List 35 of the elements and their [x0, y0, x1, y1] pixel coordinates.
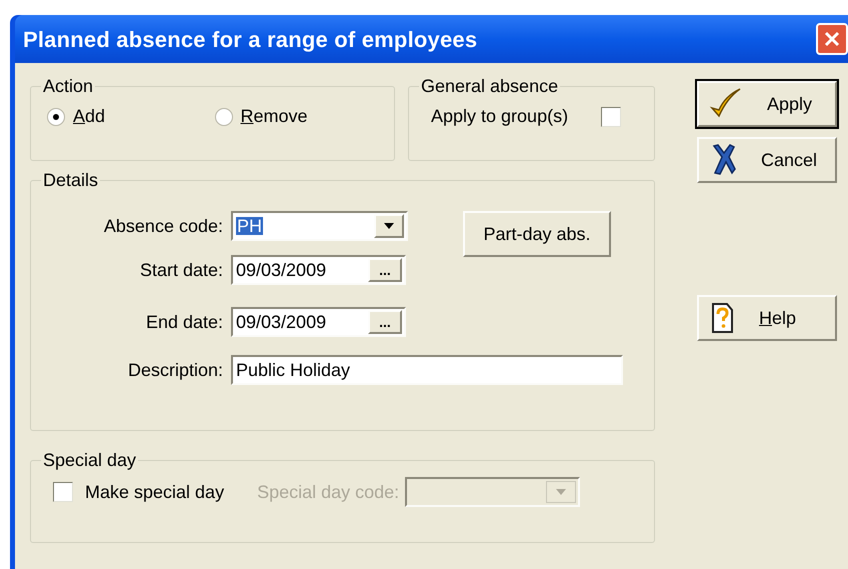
field-label: Start date:	[138, 258, 224, 282]
description-field[interactable]: Public Holiday	[231, 355, 623, 385]
dropdown-field[interactable]	[405, 477, 580, 507]
close-button[interactable]	[816, 23, 848, 55]
date-picker-button[interactable]: ...	[368, 258, 402, 282]
field-label: Special day code:	[257, 480, 400, 504]
field-label: End date:	[144, 310, 224, 334]
part-day-button[interactable]: Part-day abs.	[463, 211, 611, 257]
dropdown-arrow-icon	[384, 223, 394, 229]
dropdown-arrow-button[interactable]	[374, 214, 404, 238]
date-field[interactable]: 09/03/2009 ...	[231, 307, 406, 337]
help-document-icon	[709, 302, 735, 334]
checkbox[interactable]	[601, 106, 622, 126]
radio-button[interactable]	[214, 108, 232, 126]
cancel-button[interactable]: Cancel	[697, 137, 837, 183]
group-title: General absence	[420, 77, 560, 95]
radio-option[interactable]: Add	[47, 103, 214, 130]
group-title: Action	[42, 77, 94, 95]
close-icon	[823, 30, 841, 48]
dropdown-arrow-icon	[556, 489, 566, 495]
field-label: Absence code:	[102, 214, 224, 238]
help-button[interactable]: Help	[697, 295, 837, 341]
apply-button[interactable]: Apply	[697, 81, 837, 127]
field-label: Description:	[126, 358, 224, 382]
checkbox-label: Make special day	[85, 480, 224, 504]
radio-option[interactable]: Remove	[214, 103, 382, 130]
checkbox-label: Apply to group(s)	[431, 105, 568, 128]
group-title: Special day	[42, 451, 138, 469]
radio-button[interactable]	[47, 108, 65, 126]
group-title: Details	[42, 171, 100, 189]
date-picker-button[interactable]: ...	[368, 310, 402, 334]
dropdown-field[interactable]: PH	[231, 211, 408, 241]
window-title: Planned absence for a range of employees	[23, 26, 478, 54]
date-field[interactable]: 09/03/2009 ...	[231, 255, 406, 285]
checkbox[interactable]	[53, 482, 73, 502]
